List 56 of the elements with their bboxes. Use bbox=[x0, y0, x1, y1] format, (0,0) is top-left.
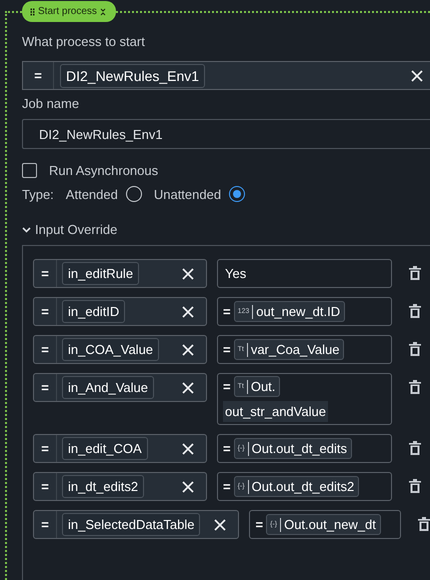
argument-name-field[interactable]: = in_editRule bbox=[33, 259, 207, 288]
argument-name-field[interactable]: = in_editID bbox=[33, 297, 207, 326]
argument-name: in_And_Value bbox=[62, 376, 154, 399]
checkbox-label: Run Asynchronous bbox=[49, 163, 158, 178]
radio-button[interactable] bbox=[126, 186, 142, 202]
chevron-icon[interactable] bbox=[22, 226, 31, 232]
argument-name: in_editID bbox=[62, 300, 126, 323]
field-label: What process to start bbox=[22, 34, 146, 49]
trash-icon[interactable] bbox=[409, 266, 421, 280]
trash-icon[interactable] bbox=[409, 304, 421, 318]
trash-icon[interactable] bbox=[418, 517, 430, 531]
radio-label: Attended bbox=[66, 186, 118, 202]
argument-name-field[interactable]: = in_edit_COA bbox=[33, 434, 207, 463]
argument-name: in_edit_COA bbox=[62, 437, 148, 460]
argument-name-field[interactable]: = in_And_Value bbox=[33, 373, 207, 402]
trash-icon[interactable] bbox=[409, 441, 421, 455]
expression-sign: = bbox=[223, 479, 231, 494]
expression-toggle[interactable]: = bbox=[34, 511, 57, 538]
radio-label: Unattended bbox=[154, 186, 222, 202]
argument-name: in_SelectedDataTable bbox=[62, 513, 200, 536]
argument-name: in_editRule bbox=[62, 262, 140, 285]
expression-toggle[interactable]: = bbox=[34, 336, 57, 363]
argument-value: Yes bbox=[224, 266, 246, 281]
trash-icon[interactable] bbox=[409, 342, 421, 356]
expression-sign: = bbox=[223, 379, 231, 394]
expression-sign: = bbox=[255, 517, 264, 532]
process-field[interactable]: = DI2_NewRules_Env1 bbox=[22, 61, 430, 90]
process-value: DI2_NewRules_Env1 bbox=[60, 64, 206, 88]
section-header: Input Override bbox=[35, 222, 118, 237]
expression-toggle[interactable]: = bbox=[34, 260, 57, 287]
expression-sign: = bbox=[223, 441, 231, 456]
argument-name-field[interactable]: = in_SelectedDataTable bbox=[33, 510, 240, 539]
expression-sign: = bbox=[223, 342, 231, 357]
argument-name: in_COA_Value bbox=[62, 338, 160, 361]
drag-handle-icon[interactable] bbox=[30, 8, 35, 16]
trash-icon[interactable] bbox=[409, 479, 421, 493]
activity-title-tab[interactable]: Start process bbox=[22, 1, 116, 22]
argument-name: in_dt_edits2 bbox=[62, 475, 144, 498]
expression-toggle[interactable]: = bbox=[34, 298, 57, 325]
expression-sign: = bbox=[223, 304, 231, 319]
expression-toggle[interactable]: = bbox=[34, 435, 57, 462]
expression-toggle[interactable]: = bbox=[34, 473, 57, 500]
job-name-field[interactable]: DI2_NewRules_Env1 bbox=[22, 119, 430, 149]
expression-continuation: out_str_andValue bbox=[223, 401, 328, 422]
expression-toggle[interactable]: = bbox=[34, 374, 57, 401]
type-label: Type: bbox=[22, 186, 54, 202]
argument-name-field[interactable]: = in_dt_edits2 bbox=[33, 472, 207, 501]
close-icon[interactable] bbox=[411, 70, 423, 82]
collapse-icon[interactable] bbox=[100, 8, 106, 16]
argument-name-field[interactable]: = in_COA_Value bbox=[33, 335, 207, 364]
radio-button[interactable] bbox=[229, 186, 246, 202]
expression-toggle[interactable]: = bbox=[23, 62, 54, 89]
checkbox[interactable] bbox=[22, 163, 37, 178]
field-label: Job name bbox=[22, 96, 80, 111]
trash-icon[interactable] bbox=[409, 380, 421, 394]
argument-value-field[interactable]: Yes bbox=[217, 259, 392, 288]
